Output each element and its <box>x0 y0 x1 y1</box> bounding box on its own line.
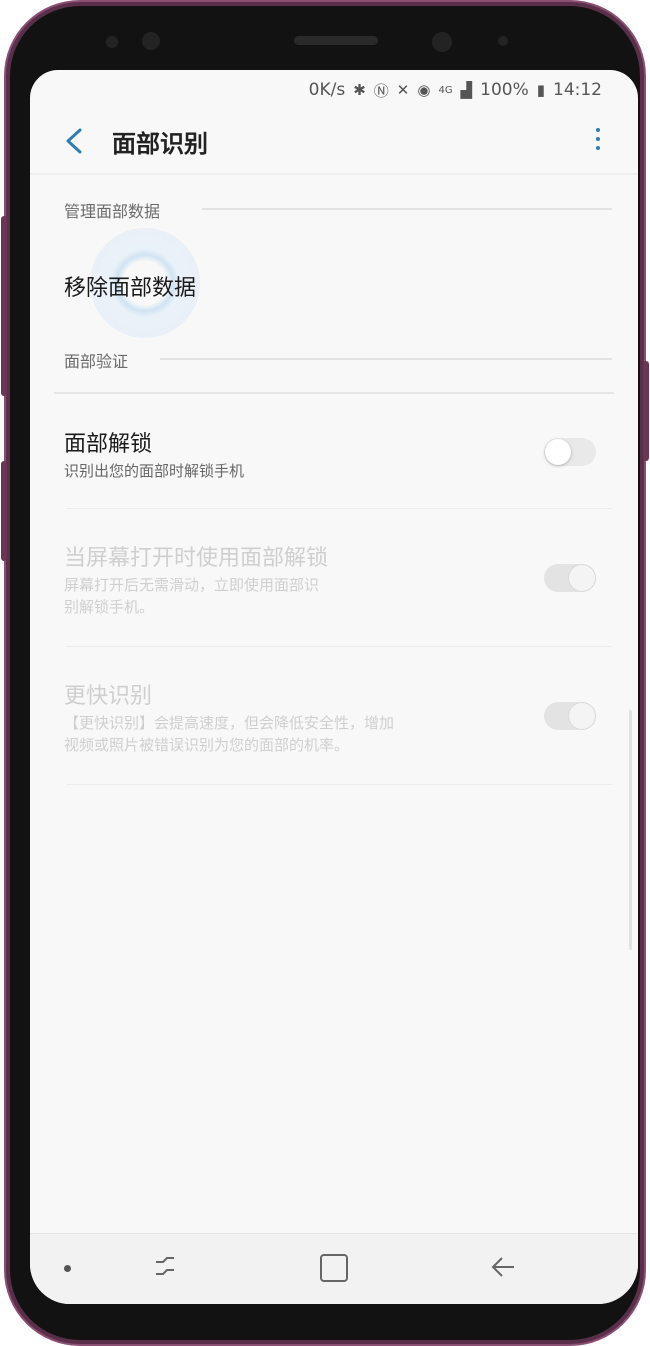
chevron-left-icon <box>66 128 82 154</box>
remove-face-data-button[interactable]: 移除面部数据 <box>64 270 196 302</box>
app-bar: 面部识别 <box>30 110 638 172</box>
screen: 0K/s ✱ Ⓝ ✕ ◉ 4G ▟ 100% ▮ 14:12 面部识别 管理面部… <box>30 70 638 1304</box>
setting-title: 面部解锁 <box>64 432 153 457</box>
front-camera <box>432 32 452 52</box>
faster-recognition-toggle <box>544 702 596 730</box>
section-header-line <box>160 358 612 360</box>
mute-icon: ✕ <box>396 81 410 99</box>
power-button <box>643 361 649 461</box>
battery-percent: 100% <box>480 80 529 100</box>
setting-subtitle: 屏幕打开后无需滑动，立即使用面部识 <box>64 576 320 594</box>
dot-icon[interactable] <box>64 1265 71 1272</box>
setting-title: 当屏幕打开时使用面部解锁 <box>64 546 329 571</box>
setting-title: 更快识别 <box>64 684 153 709</box>
more-options-button[interactable] <box>594 128 602 156</box>
back-arrow-icon <box>491 1257 514 1277</box>
toggle-knob <box>545 439 571 465</box>
front-sensor <box>142 32 160 50</box>
earpiece <box>294 36 378 45</box>
front-sensor <box>106 36 118 48</box>
screen-on-unlock-toggle <box>544 564 596 592</box>
navigation-bar <box>30 1233 638 1304</box>
toggle-knob <box>569 565 595 591</box>
setting-subtitle: 视频或照片被错误识别为您的面部的机率。 <box>64 736 350 754</box>
face-unlock-toggle[interactable] <box>544 438 596 466</box>
more-options-icon <box>596 137 600 141</box>
nfc-icon: Ⓝ <box>373 81 389 100</box>
more-options-icon <box>596 146 600 150</box>
section-divider <box>54 392 614 394</box>
clock: 14:12 <box>553 80 602 100</box>
front-sensor <box>498 36 508 46</box>
toggle-knob <box>569 703 595 729</box>
status-bar: 0K/s ✱ Ⓝ ✕ ◉ 4G ▟ 100% ▮ 14:12 <box>30 70 638 110</box>
section-header-manage: 管理面部数据 <box>64 202 161 221</box>
row-divider <box>66 646 612 647</box>
row-divider <box>66 508 612 509</box>
home-button[interactable] <box>320 1254 348 1282</box>
volume-button <box>1 461 7 561</box>
app-bar-divider <box>30 173 638 175</box>
bluetooth-icon: ✱ <box>353 81 366 99</box>
page-title: 面部识别 <box>112 130 208 158</box>
phone-frame: 0K/s ✱ Ⓝ ✕ ◉ 4G ▟ 100% ▮ 14:12 面部识别 管理面部… <box>1 6 649 1340</box>
row-divider <box>66 784 612 785</box>
scrollbar[interactable] <box>629 710 632 950</box>
recent-apps-button[interactable] <box>150 1252 180 1282</box>
back-button[interactable] <box>60 122 90 160</box>
recent-apps-icon <box>156 1257 174 1275</box>
section-header-line <box>202 208 612 210</box>
network-speed: 0K/s <box>308 80 346 100</box>
setting-subtitle: 【更快识别】会提高速度，但会降低安全性，增加 <box>64 714 395 732</box>
section-header-verify: 面部验证 <box>64 352 129 371</box>
signal-icon: ▟ <box>460 81 473 99</box>
setting-subtitle: 识别出您的面部时解锁手机 <box>64 462 245 480</box>
more-options-icon <box>596 128 600 132</box>
bixby-button <box>1 216 7 396</box>
alarm-icon: ◉ <box>417 81 431 99</box>
lte-icon: 4G <box>438 84 453 96</box>
setting-subtitle: 别解锁手机。 <box>64 598 155 616</box>
nav-back-button[interactable] <box>488 1252 518 1282</box>
battery-icon: ▮ <box>536 81 545 99</box>
